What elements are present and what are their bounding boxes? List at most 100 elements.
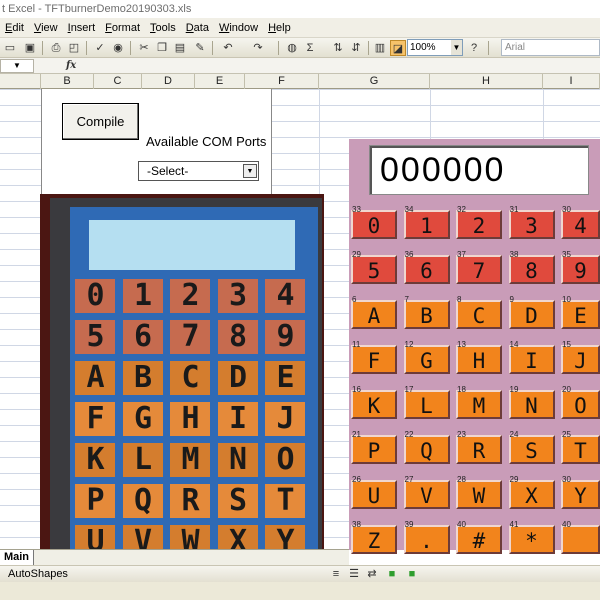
menu-edit[interactable]: Edit [0,18,29,38]
print-preview-icon[interactable]: ◰ [66,40,82,56]
keypad-key[interactable]: . [403,525,450,554]
keypad-key[interactable]: T [561,435,600,464]
keypad-key[interactable]: 4 [561,210,600,239]
keypad-key-index: 19 [509,385,519,394]
fx-icon[interactable]: fx [66,58,82,74]
hyperlink-icon[interactable]: ◍ [284,40,300,56]
keypad-display[interactable]: 000000 [369,145,589,195]
keypad-key[interactable]: Z [351,525,397,554]
column-header-e[interactable]: E [195,74,245,89]
keypad-key[interactable]: W [456,480,502,509]
chart-wizard-icon[interactable]: ▥ [372,40,388,56]
select-all-corner[interactable] [0,74,41,89]
keypad-key[interactable]: H [456,345,502,374]
menu-help[interactable]: Help [263,18,296,38]
keypad-key[interactable]: L [403,390,450,419]
keypad-key[interactable]: 5 [351,255,397,284]
keypad-key[interactable]: C [456,300,502,329]
keypad-key[interactable]: Y [561,480,600,509]
menu-insert[interactable]: Insert [63,18,101,38]
column-header-g[interactable]: G [319,74,430,89]
autoshapes-menu[interactable]: AutoShapes [8,566,68,582]
3d-icon[interactable]: ■ [404,566,420,582]
keypad-key[interactable]: F [351,345,397,374]
name-box-dropdown-icon[interactable]: ▼ [0,59,34,73]
keypad-key[interactable] [561,525,600,554]
sort-ascending-icon[interactable]: ⇅ [330,40,346,56]
keypad-key[interactable]: V [403,480,450,509]
keypad-key[interactable]: 8 [508,255,555,284]
keypad-key[interactable]: 1 [403,210,450,239]
chevron-down-icon[interactable]: ▼ [451,40,462,55]
status-bar [0,582,600,600]
keypad-key[interactable]: 9 [561,255,600,284]
keypad-key[interactable]: 6 [403,255,450,284]
keypad-key[interactable]: P [351,435,397,464]
keypad-key[interactable]: * [508,525,555,554]
keypad-key[interactable]: Q [403,435,450,464]
keypad-key[interactable]: 0 [351,210,397,239]
keypad-key[interactable]: 7 [456,255,502,284]
keypad-key-index: 39 [404,520,414,529]
format-painter-icon[interactable]: ✎ [192,40,208,56]
column-header-c[interactable]: C [94,74,142,89]
chevron-down-icon[interactable]: ▼ [243,164,257,178]
paste-icon[interactable]: ▤ [172,40,188,56]
line-style-icon[interactable]: ≡ [328,566,344,582]
window-title: t Excel - TFTburnerDemo20190303.xls [0,0,600,18]
keypad-key[interactable]: A [351,300,397,329]
keypad-key[interactable]: 2 [456,210,502,239]
keypad-key[interactable]: X [508,480,555,509]
keypad-key[interactable]: S [508,435,555,464]
column-header-h[interactable]: H [430,74,543,89]
drawing-icon[interactable]: ◪ [390,40,406,56]
keypad-key[interactable]: J [561,345,600,374]
research-icon[interactable]: ◉ [110,40,126,56]
font-name-field[interactable]: Arial [501,39,600,56]
keypad-key[interactable]: K [351,390,397,419]
toolbar-separator [42,41,43,55]
keypad-key[interactable]: M [456,390,502,419]
column-header-b[interactable]: B [41,74,94,89]
autosum-icon[interactable]: Σ [302,40,318,56]
shadow-icon[interactable]: ■ [384,566,400,582]
keypad-key[interactable]: N [508,390,555,419]
keypad-key[interactable]: E [561,300,600,329]
keypad-key[interactable]: G [403,345,450,374]
spelling-icon[interactable]: ✓ [92,40,108,56]
keypad-key-index: 9 [509,295,514,304]
copy-icon[interactable]: ❐ [154,40,170,56]
undo-icon[interactable]: ↶ [220,40,236,56]
dash-style-icon[interactable]: ☰ [346,566,362,582]
zoom-select[interactable]: 100% ▼ [407,39,463,56]
sheet-tab-main[interactable]: Main [0,550,34,565]
column-header-f[interactable]: F [245,74,319,89]
menu-view[interactable]: View [29,18,63,38]
standard-toolbar: ▭ ▣ ⎙ ◰ ✓ ◉ ✂ ❐ ▤ ✎ ↶ ↷ ◍ Σ ⇅ ⇵ ▥ ◪ 100%… [0,38,600,58]
toolbar-separator [278,41,279,55]
new-file-icon[interactable]: ▭ [2,40,18,56]
keypad-key[interactable]: 3 [508,210,555,239]
menu-data[interactable]: Data [181,18,214,38]
print-icon[interactable]: ⎙ [48,40,64,56]
keypad-key[interactable]: I [508,345,555,374]
cut-icon[interactable]: ✂ [136,40,152,56]
keypad-key[interactable]: U [351,480,397,509]
keypad-key[interactable]: D [508,300,555,329]
save-icon[interactable]: ▣ [22,40,38,56]
menu-format[interactable]: Format [100,18,145,38]
compile-button[interactable]: Compile [62,103,139,140]
sort-descending-icon[interactable]: ⇵ [348,40,364,56]
arrow-style-icon[interactable]: ⇄ [364,566,380,582]
keypad-key[interactable]: # [456,525,502,554]
keypad-key[interactable]: B [403,300,450,329]
com-port-select[interactable]: -Select- ▼ [138,161,259,181]
menu-window[interactable]: Window [214,18,263,38]
keypad-key[interactable]: R [456,435,502,464]
column-header-i[interactable]: I [543,74,600,89]
column-header-d[interactable]: D [142,74,195,89]
help-icon[interactable]: ? [466,40,482,56]
keypad-key[interactable]: O [561,390,600,419]
menu-tools[interactable]: Tools [145,18,181,38]
redo-icon[interactable]: ↷ [250,40,266,56]
